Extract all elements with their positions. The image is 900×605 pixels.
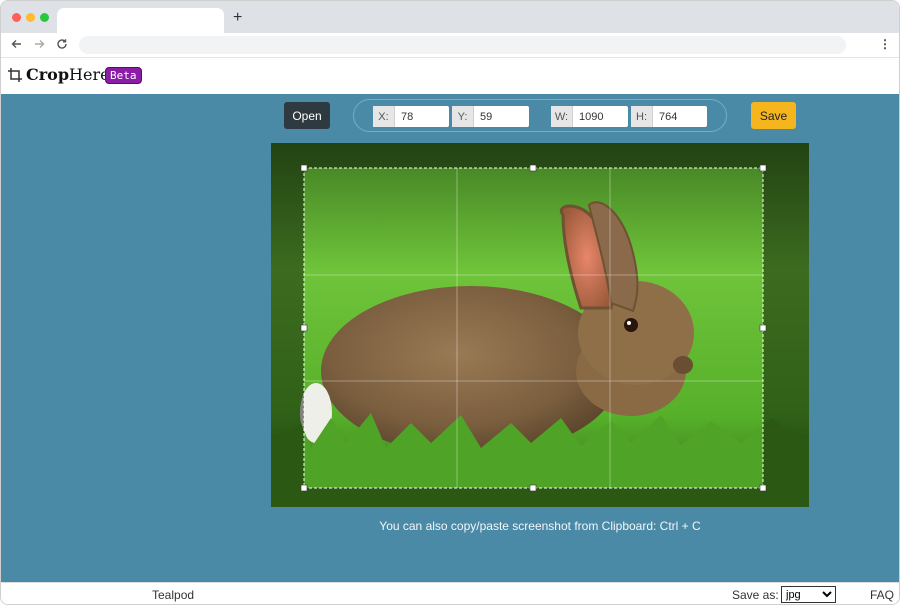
handle-top-center — [529, 164, 537, 172]
height-label: H: — [631, 106, 653, 127]
handle-bottom-center — [529, 484, 537, 492]
format-select[interactable]: jpg — [781, 586, 836, 603]
crop-coordinates-panel: X: 78 Y: 59 W: 1090 H: 764 — [353, 99, 727, 132]
arrow-right-icon[interactable] — [32, 37, 46, 51]
app-name-bold: Crop — [26, 65, 70, 84]
x-field[interactable]: X: 78 — [373, 106, 449, 127]
reload-icon[interactable] — [55, 37, 69, 51]
y-label: Y: — [452, 106, 474, 127]
app-name-regular: Here — [69, 65, 110, 84]
close-window-button[interactable] — [12, 13, 21, 22]
browser-tab[interactable] — [57, 8, 224, 33]
crop-image-area[interactable] — [271, 143, 809, 507]
maximize-window-button[interactable] — [40, 13, 49, 22]
browser-window: + ⋮ CropHere Beta Open X: 78 Y: 59 W: 10… — [0, 0, 900, 605]
handle-bottom-right — [759, 484, 767, 492]
handle-middle-left — [300, 324, 308, 332]
handle-top-left — [300, 164, 308, 172]
app-logo[interactable]: CropHere — [26, 65, 110, 84]
open-button[interactable]: Open — [284, 102, 330, 129]
save-button[interactable]: Save — [751, 102, 796, 129]
height-field[interactable]: H: 764 — [631, 106, 707, 127]
y-field[interactable]: Y: 59 — [452, 106, 529, 127]
browser-menu-icon[interactable]: ⋮ — [879, 37, 891, 51]
app-header: CropHere Beta — [1, 59, 899, 94]
beta-badge: Beta — [105, 67, 142, 84]
handle-bottom-left — [300, 484, 308, 492]
height-input[interactable]: 764 — [653, 111, 707, 123]
footer-brand-link[interactable]: Tealpod — [152, 588, 194, 602]
clipboard-hint: You can also copy/paste screenshot from … — [379, 519, 701, 533]
new-tab-button[interactable]: + — [233, 10, 242, 26]
width-label: W: — [551, 106, 573, 127]
save-as-label: Save as: — [732, 588, 779, 602]
footer: Tealpod Save as: jpg FAQ — [1, 582, 899, 604]
arrow-left-icon[interactable] — [10, 37, 24, 51]
crop-icon — [7, 67, 23, 83]
width-input[interactable]: 1090 — [573, 111, 628, 123]
handle-middle-right — [759, 324, 767, 332]
minimize-window-button[interactable] — [26, 13, 35, 22]
x-label: X: — [373, 106, 395, 127]
y-input[interactable]: 59 — [474, 111, 529, 123]
faq-link[interactable]: FAQ — [870, 588, 894, 602]
browser-toolbar: ⋮ — [1, 33, 899, 58]
handle-top-right — [759, 164, 767, 172]
address-bar[interactable] — [79, 36, 846, 54]
tab-strip: + — [1, 1, 899, 33]
x-input[interactable]: 78 — [395, 111, 449, 123]
width-field[interactable]: W: 1090 — [551, 106, 628, 127]
